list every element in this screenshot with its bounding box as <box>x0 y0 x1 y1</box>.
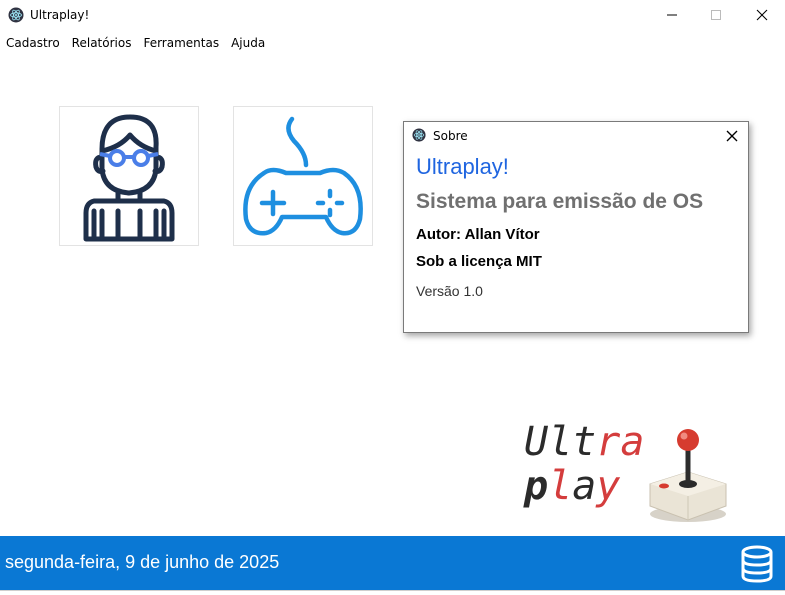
dialog-author: Autor: Allan Vítor <box>416 226 540 243</box>
menu-ferramentas[interactable]: Ferramentas <box>137 33 225 53</box>
logo-line-ultra: Ultra <box>524 419 645 465</box>
minimize-icon <box>667 14 677 16</box>
close-button[interactable] <box>739 0 785 30</box>
maximize-icon <box>711 10 721 20</box>
maximize-button[interactable] <box>693 0 739 30</box>
menu-ajuda[interactable]: Ajuda <box>225 33 271 53</box>
dialog-title: Sobre <box>433 129 468 143</box>
menu-bar: Cadastro Relatórios Ferramentas Ajuda <box>0 33 271 53</box>
electron-icon <box>8 7 24 23</box>
about-dialog: Sobre Ultraplay! Sistema para emissão de… <box>403 121 749 333</box>
window-title: Ultraplay! <box>30 8 90 22</box>
games-button[interactable] <box>233 106 373 246</box>
logo-line-play: play <box>524 463 621 509</box>
clients-button[interactable] <box>59 106 199 246</box>
close-icon <box>756 9 768 21</box>
close-icon <box>726 130 738 142</box>
joystick-icon <box>649 429 727 522</box>
user-with-glasses-icon <box>83 114 175 242</box>
dialog-version: Versão 1.0 <box>416 283 483 299</box>
database-icon[interactable] <box>739 544 775 584</box>
status-date: segunda-feira, 9 de junho de 2025 <box>5 552 280 572</box>
window-bottom-edge <box>0 590 785 595</box>
menu-relatorios[interactable]: Relatórios <box>66 33 138 53</box>
gamepad-icon <box>243 116 363 236</box>
dialog-license: Sob a licença MIT <box>416 253 542 270</box>
dialog-subtitle: Sistema para emissão de OS <box>416 190 704 213</box>
dialog-close-button[interactable] <box>722 127 742 145</box>
status-bar: segunda-feira, 9 de junho de 2025 <box>0 536 785 590</box>
electron-icon <box>412 128 426 142</box>
menu-cadastro[interactable]: Cadastro <box>0 33 66 53</box>
ultraplay-logo: Ultra play <box>524 420 734 524</box>
title-bar: Ultraplay! <box>0 0 785 30</box>
minimize-button[interactable] <box>649 0 695 30</box>
dialog-heading: Ultraplay! <box>416 154 509 179</box>
